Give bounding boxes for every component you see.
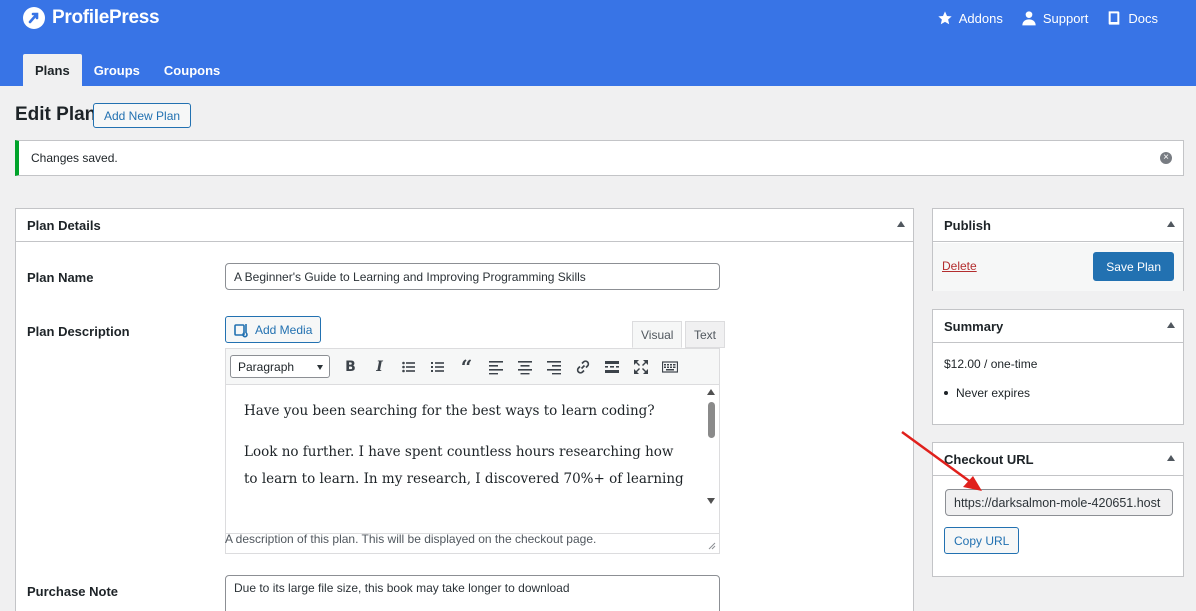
- plan-name-label: Plan Name: [27, 270, 94, 285]
- plan-description-label: Plan Description: [27, 324, 130, 339]
- page-title: Edit Plan: [15, 104, 97, 125]
- dismiss-notice-icon[interactable]: ×: [1160, 152, 1172, 164]
- delete-link[interactable]: Delete: [942, 259, 977, 273]
- notice-text: Changes saved.: [31, 151, 118, 165]
- read-more-icon[interactable]: [597, 353, 626, 381]
- add-new-plan-button[interactable]: Add New Plan: [93, 103, 192, 128]
- tab-text[interactable]: Text: [685, 321, 726, 348]
- profilepress-logo-icon: [23, 7, 45, 29]
- blockquote-icon[interactable]: “: [452, 353, 481, 381]
- purchase-note-textarea[interactable]: Due to its large file size, this book ma…: [225, 575, 720, 611]
- success-notice: Changes saved. ×: [15, 140, 1184, 176]
- numbered-list-icon[interactable]: [423, 353, 452, 381]
- editor-toolbar: Paragraph B I “: [226, 349, 719, 385]
- save-plan-button[interactable]: Save Plan: [1093, 252, 1174, 281]
- italic-icon[interactable]: I: [365, 353, 394, 381]
- brand-logo[interactable]: ProfilePress: [22, 6, 160, 30]
- collapse-toggle-icon[interactable]: [1167, 322, 1175, 328]
- add-media-button[interactable]: Add Media: [225, 316, 322, 343]
- book-icon: [1109, 11, 1120, 25]
- addons-link[interactable]: Addons: [937, 10, 1003, 26]
- add-media-label: Add Media: [255, 322, 313, 337]
- publish-header: Publish: [933, 209, 1183, 242]
- plan-details-panel: Plan Details Plan Name A Beginner's Guid…: [15, 208, 914, 611]
- summary-panel: Summary $12.00 / one-time Never expires: [932, 309, 1184, 425]
- editor-content[interactable]: Have you been searching for the best way…: [226, 386, 706, 510]
- publish-panel: Publish Delete Save Plan: [932, 208, 1184, 291]
- user-icon: [1022, 11, 1036, 26]
- resize-handle-icon[interactable]: [708, 542, 716, 550]
- summary-item: Never expires: [944, 386, 1030, 400]
- plan-name-value: A Beginner's Guide to Learning and Impro…: [234, 269, 586, 284]
- plan-name-input[interactable]: A Beginner's Guide to Learning and Impro…: [225, 263, 720, 290]
- bullet-icon: [944, 391, 948, 395]
- align-center-icon[interactable]: [510, 353, 539, 381]
- collapse-toggle-icon[interactable]: [1167, 455, 1175, 461]
- star-icon: [938, 11, 952, 25]
- addons-link-label: Addons: [958, 10, 1003, 26]
- summary-title: Summary: [944, 318, 1004, 334]
- purchase-note-value: Due to its large file size, this book ma…: [234, 581, 570, 595]
- link-icon[interactable]: [568, 353, 597, 381]
- toolbar-toggle-icon[interactable]: [655, 353, 684, 381]
- publish-actions: Delete Save Plan: [933, 243, 1183, 291]
- tab-plans[interactable]: Plans: [23, 54, 82, 86]
- header-links: Addons Support Docs: [937, 10, 1158, 26]
- support-link-label: Support: [1042, 10, 1089, 26]
- summary-price: $12.00 / one-time: [944, 357, 1038, 371]
- fullscreen-icon[interactable]: [626, 353, 655, 381]
- format-select-value: Paragraph: [238, 359, 295, 374]
- format-select[interactable]: Paragraph: [230, 355, 330, 378]
- summary-header: Summary: [933, 310, 1183, 343]
- media-icon: [234, 323, 248, 337]
- tab-groups[interactable]: Groups: [82, 54, 152, 86]
- collapse-toggle-icon[interactable]: [1167, 221, 1175, 227]
- support-link[interactable]: Support: [1021, 10, 1089, 26]
- editor-scrollbar[interactable]: [704, 386, 719, 510]
- tab-coupons[interactable]: Coupons: [152, 54, 232, 86]
- description-editor: Paragraph B I “ Have you been searching …: [225, 348, 720, 554]
- editor-paragraph: Have you been searching for the best way…: [244, 403, 655, 419]
- publish-title: Publish: [944, 217, 991, 233]
- tab-visual[interactable]: Visual: [632, 321, 683, 348]
- docs-link[interactable]: Docs: [1106, 10, 1158, 26]
- scroll-down-icon[interactable]: [707, 498, 715, 504]
- brand-name: ProfilePress: [52, 7, 160, 28]
- align-right-icon[interactable]: [539, 353, 568, 381]
- chevron-down-icon: [317, 365, 323, 370]
- annotation-arrow-icon: [901, 430, 982, 491]
- editor-paragraph: Look no further. I have spent countless …: [244, 444, 684, 487]
- top-header: ProfilePress Addons Support Docs Plans G…: [0, 0, 1196, 86]
- align-left-icon[interactable]: [481, 353, 510, 381]
- scroll-thumb[interactable]: [708, 402, 715, 438]
- bullet-list-icon[interactable]: [394, 353, 423, 381]
- copy-url-button[interactable]: Copy URL: [944, 527, 1020, 554]
- purchase-note-label: Purchase Note: [27, 584, 119, 599]
- docs-link-label: Docs: [1128, 10, 1158, 26]
- plan-details-header: Plan Details: [16, 209, 913, 242]
- plan-details-title: Plan Details: [27, 217, 101, 233]
- scroll-up-icon[interactable]: [707, 389, 715, 395]
- section-tabs: Plans Groups Coupons: [23, 54, 232, 86]
- collapse-toggle-icon[interactable]: [897, 221, 905, 227]
- description-help-text: A description of this plan. This will be…: [225, 532, 597, 546]
- bold-icon[interactable]: B: [336, 353, 365, 381]
- summary-item-text: Never expires: [956, 386, 1031, 400]
